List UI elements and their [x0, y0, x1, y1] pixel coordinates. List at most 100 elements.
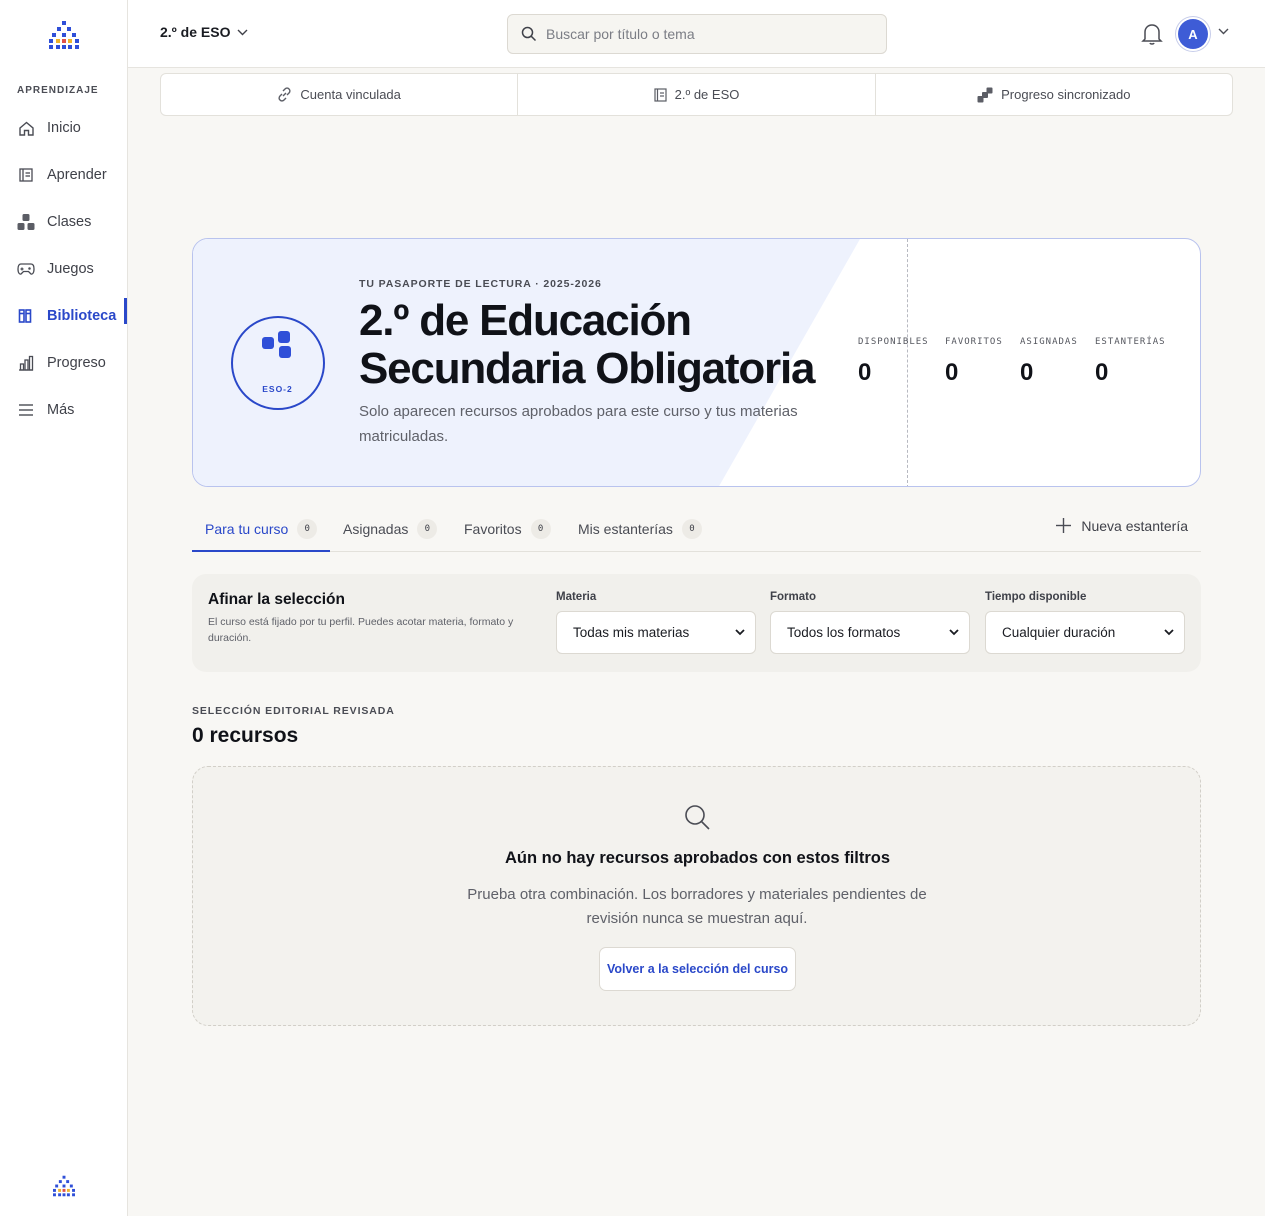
tab-count-badge: 0: [681, 519, 702, 539]
filter-tiempo: Tiempo disponible Cualquier duración: [985, 591, 1185, 654]
new-shelf-button[interactable]: Nueva estantería: [1055, 517, 1188, 534]
format-select[interactable]: Todos los formatos: [770, 611, 970, 654]
sidebar-item-progreso[interactable]: Progreso: [0, 343, 127, 383]
course-badge: ESO-2: [231, 316, 325, 410]
book-icon: [654, 87, 667, 102]
filters-panel: Afinar la selección El curso está fijado…: [192, 574, 1201, 672]
notifications-bell-icon[interactable]: [1141, 22, 1163, 46]
subject-select[interactable]: Todas mis materias: [556, 611, 756, 654]
sidebar-item-juegos[interactable]: Juegos: [0, 249, 127, 289]
results-kicker: SELECCIÓN EDITORIAL REVISADA: [192, 705, 395, 717]
sidebar-item-biblioteca[interactable]: Biblioteca: [0, 296, 127, 336]
library-tabs: Para tu curso 0 Asignadas 0 Favoritos 0 …: [192, 507, 1201, 552]
course-selector-label: 2.º de ESO: [160, 24, 231, 40]
reading-passport-card: ESO-2 TU PASAPORTE DE LECTURA · 2025-202…: [192, 238, 1201, 487]
tab-label: Mis estanterías: [578, 521, 673, 537]
search-icon: [521, 26, 537, 42]
empty-state-text: Prueba otra combinación. Los borradores …: [467, 886, 927, 927]
sidebar: APRENDIZAJE Inicio Aprender Clases Juego…: [0, 0, 128, 1216]
passport-title: 2.º de Educación Secundaria Obligatoria: [359, 297, 839, 393]
gamepad-icon: [17, 260, 35, 278]
select-value: Cualquier duración: [1002, 625, 1116, 640]
filter-label: Formato: [770, 591, 816, 603]
status-label: Progreso sincronizado: [1001, 87, 1131, 102]
empty-state: Aún no hay recursos aprobados con estos …: [192, 766, 1201, 1026]
filters-title: Afinar la selección: [208, 591, 345, 608]
sidebar-item-label: Aprender: [47, 167, 107, 183]
stat-value: 0: [1020, 359, 1034, 386]
course-selector[interactable]: 2.º de ESO: [160, 24, 248, 40]
tab-favoritos[interactable]: Favoritos 0: [451, 507, 564, 551]
stat-asignadas: ASIGNADAS 0: [1020, 337, 1078, 387]
status-label: 2.º de ESO: [674, 87, 740, 102]
course-badge-icon: [262, 331, 291, 358]
tab-mis-estanterias[interactable]: Mis estanterías 0: [565, 507, 715, 551]
select-value: Todos los formatos: [787, 625, 901, 640]
status-linked-account: Cuenta vinculada: [161, 74, 519, 115]
menu-icon: [17, 401, 35, 419]
back-to-course-selection-button[interactable]: Volver a la selección del curso: [599, 947, 796, 991]
chevron-down-icon: [237, 29, 248, 35]
chevron-down-icon: [1164, 629, 1174, 636]
bar-chart-icon: [17, 354, 35, 372]
search-icon: [685, 805, 710, 830]
sidebar-item-inicio[interactable]: Inicio: [0, 108, 127, 148]
stat-value: 0: [1095, 359, 1109, 386]
sidebar-item-label: Inicio: [47, 120, 81, 136]
filter-label: Tiempo disponible: [985, 591, 1087, 603]
passport-title-line-1: 2.º de Educación: [359, 296, 692, 345]
new-shelf-label: Nueva estantería: [1081, 517, 1188, 534]
empty-state-title: Aún no hay recursos aprobados con estos …: [504, 849, 891, 867]
tab-label: Asignadas: [343, 521, 409, 537]
duration-select[interactable]: Cualquier duración: [985, 611, 1185, 654]
app-logo-icon[interactable]: [48, 20, 80, 50]
sidebar-item-mas[interactable]: Más: [0, 390, 127, 430]
sidebar-item-label: Progreso: [47, 355, 106, 371]
stat-value: 0: [945, 359, 959, 386]
tab-label: Favoritos: [464, 521, 522, 537]
chevron-down-icon: [949, 629, 959, 636]
home-icon: [17, 119, 35, 137]
stat-label: FAVORITOS: [945, 337, 1003, 347]
sidebar-item-aprender[interactable]: Aprender: [0, 155, 127, 195]
stat-disponibles: DISPONIBLES 0: [858, 337, 929, 387]
sidebar-item-clases[interactable]: Clases: [0, 202, 127, 242]
search-input[interactable]: [546, 26, 866, 42]
status-label: Cuenta vinculada: [300, 87, 401, 102]
book-icon: [17, 166, 35, 184]
sidebar-item-label: Juegos: [47, 261, 94, 277]
chevron-down-icon: [735, 629, 745, 636]
passport-kicker: TU PASAPORTE DE LECTURA · 2025-2026: [359, 278, 602, 290]
sidebar-item-label: Más: [47, 402, 75, 418]
library-icon: [17, 307, 35, 325]
stat-label: DISPONIBLES: [858, 337, 929, 347]
tab-count-badge: 0: [530, 519, 551, 539]
filter-materia: Materia Todas mis materias: [556, 591, 756, 654]
filter-label: Materia: [556, 591, 597, 603]
status-course: 2.º de ESO: [518, 74, 876, 115]
course-badge-code: ESO-2: [262, 384, 293, 394]
tab-para-tu-curso[interactable]: Para tu curso 0: [192, 507, 331, 552]
user-avatar[interactable]: A: [1178, 19, 1208, 49]
tab-count-badge: 0: [417, 519, 438, 539]
link-icon: [278, 87, 292, 102]
stat-label: ASIGNADAS: [1020, 337, 1078, 347]
account-menu-chevron-icon[interactable]: [1218, 28, 1229, 35]
select-value: Todas mis materias: [573, 625, 690, 640]
passport-description: Solo aparecen recursos aprobados para es…: [359, 403, 798, 445]
tab-asignadas[interactable]: Asignadas 0: [330, 507, 450, 551]
app-logo-small-icon: [53, 1175, 75, 1197]
stat-favoritos: FAVORITOS 0: [945, 337, 1003, 387]
status-progress-synced: Progreso sincronizado: [876, 74, 1232, 115]
stat-label: ESTANTERÍAS: [1095, 337, 1166, 347]
sync-steps-icon: [977, 87, 993, 102]
filters-help-text: El curso está fijado por tu perfil. Pued…: [208, 616, 514, 644]
sidebar-section-label: APRENDIZAJE: [17, 85, 99, 96]
topbar: 2.º de ESO A: [128, 0, 1265, 68]
classes-icon: [17, 213, 35, 231]
results-count: 0 recursos: [192, 724, 299, 747]
stat-value: 0: [858, 359, 872, 386]
account-status-strip: Cuenta vinculada 2.º de ESO Progreso sin…: [160, 73, 1233, 116]
sidebar-item-label: Biblioteca: [47, 308, 117, 324]
plus-icon: [1056, 518, 1072, 533]
